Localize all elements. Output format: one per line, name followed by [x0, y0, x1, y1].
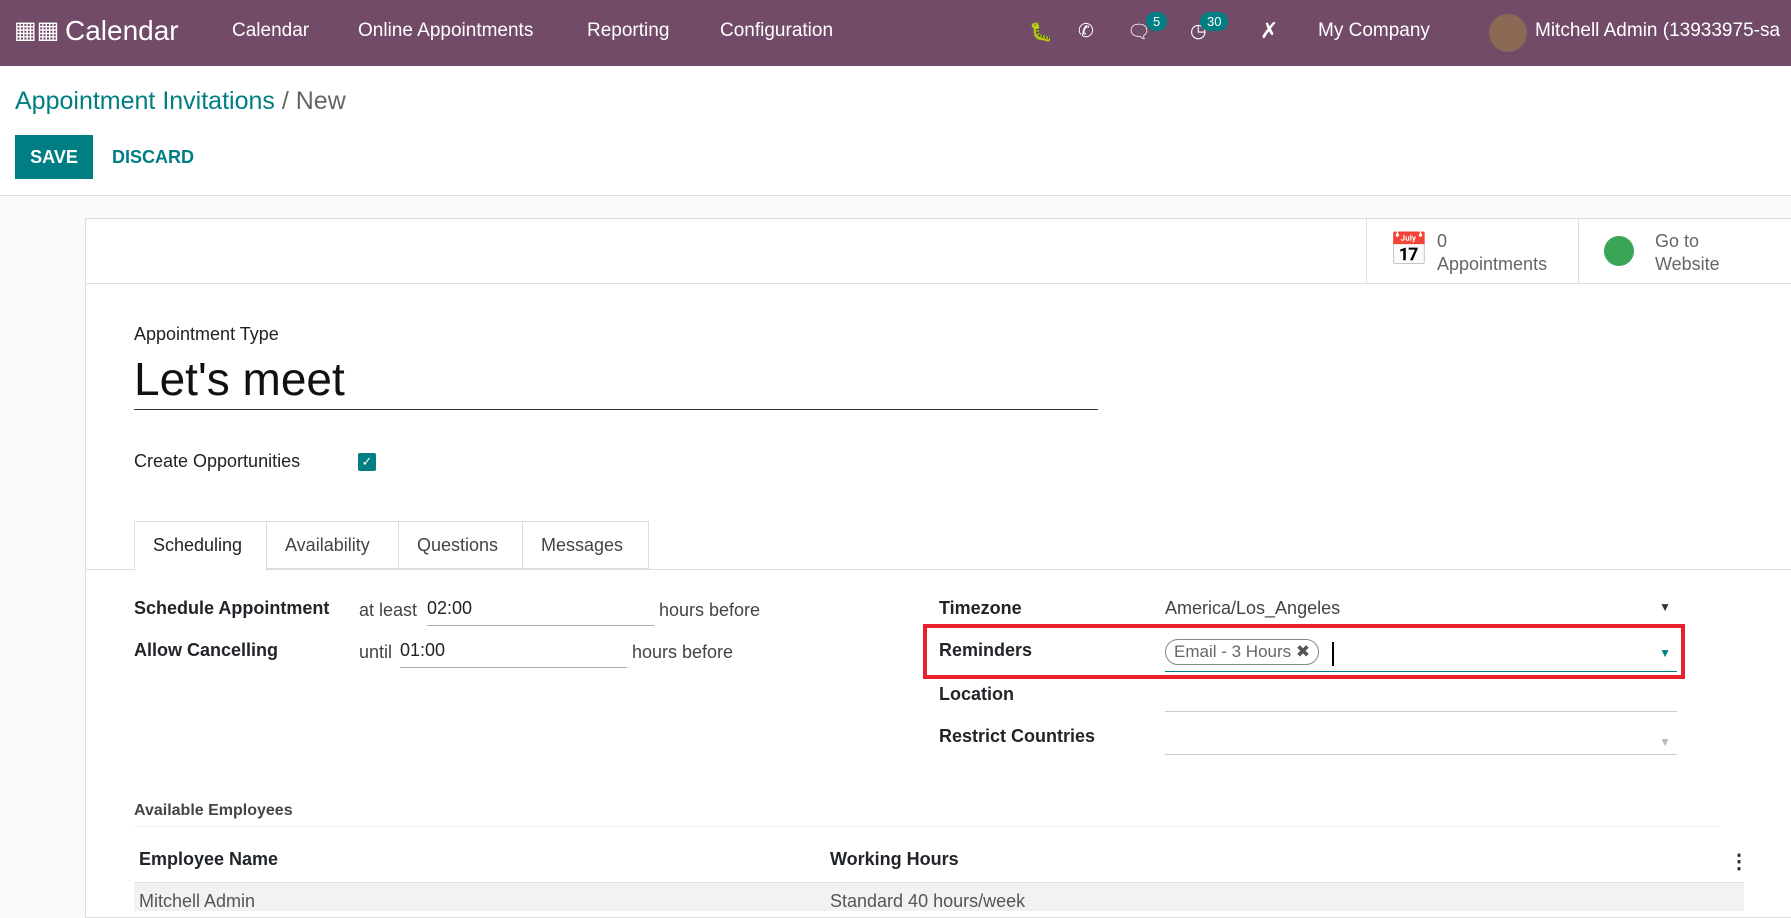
timezone-select[interactable]: America/Los_Angeles ▼ [1165, 598, 1677, 626]
cancel-suffix: hours before [632, 642, 734, 662]
schedule-input[interactable]: 02:00 [427, 598, 654, 626]
chevron-down-icon: ▼ [1659, 735, 1671, 749]
globe-icon [1604, 236, 1634, 266]
breadcrumb-current: New [295, 87, 346, 115]
optional-columns-kebab-icon[interactable]: ⋮ [1729, 849, 1749, 874]
appointment-type-label: Appointment Type [134, 324, 279, 344]
chevron-down-icon: ▼ [1659, 646, 1671, 660]
appointments-button[interactable]: 📅 0 Appointments [1366, 219, 1579, 283]
tab-questions[interactable]: Questions [398, 521, 523, 569]
appointments-label: Appointments [1437, 254, 1548, 274]
website-line1: Go to [1655, 231, 1700, 251]
reminder-tag: Email - 3 Hours ✖ [1165, 639, 1320, 665]
table-row[interactable]: Mitchell Admin Standard 40 hours/week [134, 882, 1744, 911]
create-opportunities-label: Create Opportunities [134, 451, 301, 471]
breadcrumb-parent[interactable]: Appointment Invitations [15, 87, 275, 115]
menu-reporting[interactable]: Reporting [587, 20, 669, 42]
discard-button[interactable]: DISCARD [104, 135, 202, 179]
available-employees-heading: Available Employees [134, 802, 293, 819]
appointment-name-input[interactable]: Let's meet [134, 352, 1098, 410]
calendar-icon: 📅 [1389, 231, 1429, 267]
remove-tag-icon[interactable]: ✖ [1296, 642, 1310, 661]
app-title[interactable]: Calendar [65, 15, 179, 47]
reminders-input[interactable]: Email - 3 Hours ✖ ▼ [1165, 638, 1677, 672]
button-box-divider [86, 283, 1791, 284]
schedule-label: Schedule Appointment [134, 598, 330, 618]
working-hours-cell: Standard 40 hours/week [830, 891, 1026, 911]
top-navbar: ▦▦ Calendar Calendar Online Appointments… [0, 0, 1791, 66]
text-cursor [1332, 642, 1334, 666]
avatar[interactable] [1489, 14, 1527, 52]
menu-online-appointments[interactable]: Online Appointments [358, 20, 533, 42]
restrict-countries-input[interactable]: ▼ [1165, 727, 1677, 755]
website-line2: Website [1655, 254, 1720, 274]
location-input[interactable] [1165, 684, 1677, 712]
create-opportunities-checkbox[interactable]: ✓ [358, 453, 376, 471]
bug-icon[interactable]: 🐛 [1029, 20, 1053, 44]
chevron-down-icon: ▼ [1659, 600, 1671, 614]
app-menu-icon[interactable]: ▦▦ [14, 16, 59, 45]
cancel-input[interactable]: 01:00 [400, 640, 627, 668]
tab-scheduling[interactable]: Scheduling [134, 521, 267, 571]
reminder-tag-label: Email - 3 Hours [1174, 642, 1292, 661]
menu-configuration[interactable]: Configuration [720, 20, 833, 42]
user-menu[interactable]: Mitchell Admin (13933975-sa [1535, 20, 1780, 42]
go-to-website-button[interactable]: Go to Website [1580, 219, 1791, 283]
breadcrumb-separator: / [274, 87, 296, 115]
schedule-prefix: at least [359, 600, 418, 620]
tools-icon[interactable]: ✗ [1260, 18, 1278, 44]
messages-badge: 5 [1146, 12, 1168, 31]
save-button[interactable]: SAVE [15, 135, 93, 179]
company-switcher[interactable]: My Company [1318, 20, 1430, 42]
appointments-count: 0 [1437, 231, 1448, 251]
activities-badge: 30 [1200, 12, 1229, 31]
column-working-hours[interactable]: Working Hours [830, 849, 959, 870]
tab-messages[interactable]: Messages [522, 521, 649, 569]
reminders-label: Reminders [939, 640, 1033, 660]
employee-name-cell: Mitchell Admin [139, 891, 256, 911]
location-label: Location [939, 684, 1014, 704]
column-employee-name[interactable]: Employee Name [139, 849, 278, 870]
breadcrumb: Appointment Invitations / New [15, 87, 346, 116]
tabs-divider [86, 569, 1791, 570]
phone-icon[interactable]: ✆ [1078, 20, 1094, 43]
menu-calendar[interactable]: Calendar [232, 20, 309, 42]
timezone-value: America/Los_Angeles [1165, 598, 1341, 618]
control-panel: Appointment Invitations / New SAVE DISCA… [0, 66, 1791, 196]
section-divider [134, 826, 1719, 827]
timezone-label: Timezone [939, 598, 1022, 618]
cancel-prefix: until [359, 642, 393, 662]
cancel-label: Allow Cancelling [134, 640, 279, 660]
restrict-countries-label: Restrict Countries [939, 726, 1096, 746]
tab-availability[interactable]: Availability [266, 521, 399, 569]
schedule-suffix: hours before [659, 600, 761, 620]
